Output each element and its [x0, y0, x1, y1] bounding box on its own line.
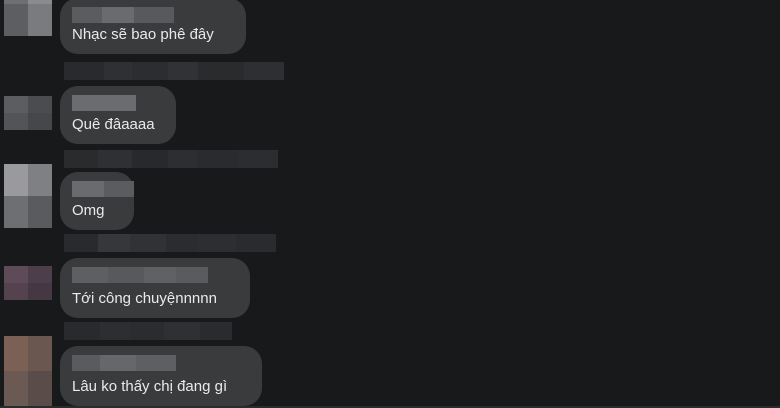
comment-bubble[interactable]: Lâu ko thấy chị đang gì	[60, 346, 262, 406]
comment-feed: Nhạc sẽ bao phê đây Quê đâaaaa Omg Tới c…	[0, 0, 780, 408]
comment-actions-blurred[interactable]	[64, 322, 232, 340]
commenter-name-blurred[interactable]	[72, 267, 208, 283]
comment-actions-blurred[interactable]	[64, 234, 276, 252]
comment-actions-blurred[interactable]	[64, 62, 284, 80]
commenter-name-blurred[interactable]	[72, 355, 176, 371]
comment-bubble[interactable]: Quê đâaaaa	[60, 86, 176, 144]
comment-bubble[interactable]: Omg	[60, 172, 134, 230]
comment-actions-blurred[interactable]	[64, 150, 278, 168]
comment-text: Omg	[72, 202, 105, 219]
commenter-name-blurred[interactable]	[72, 95, 136, 111]
avatar[interactable]	[4, 96, 52, 130]
commenter-name-blurred[interactable]	[72, 181, 134, 197]
comment-text: Nhạc sẽ bao phê đây	[72, 26, 214, 43]
comment-text: Tới công chuyệnnnnn	[72, 290, 217, 307]
comment-bubble[interactable]: Nhạc sẽ bao phê đây	[60, 0, 246, 54]
commenter-name-blurred[interactable]	[72, 7, 174, 23]
avatar[interactable]	[4, 0, 52, 36]
avatar[interactable]	[4, 336, 52, 406]
comment-text: Quê đâaaaa	[72, 116, 155, 133]
avatar[interactable]	[4, 266, 52, 300]
avatar[interactable]	[4, 164, 52, 228]
comment-bubble[interactable]: Tới công chuyệnnnnn	[60, 258, 250, 318]
comment-text: Lâu ko thấy chị đang gì	[72, 378, 228, 395]
